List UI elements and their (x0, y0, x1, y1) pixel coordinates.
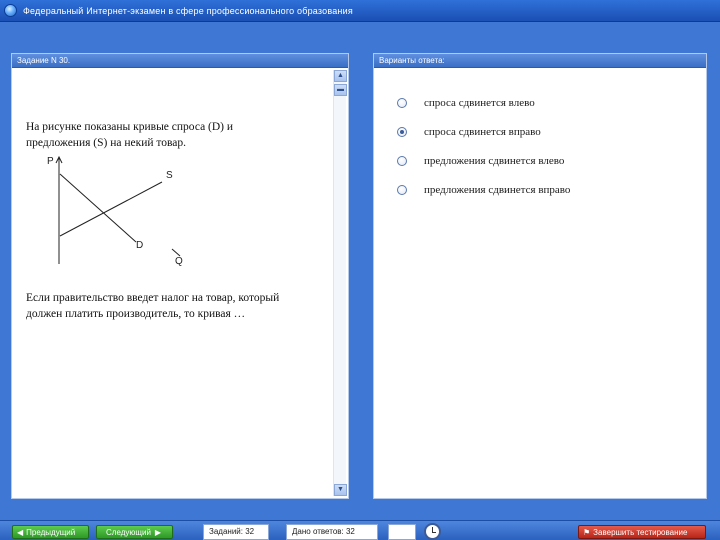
radio-button[interactable] (397, 98, 407, 108)
scroll-down-button[interactable]: ▼ (334, 484, 347, 496)
answer-option-label: спроса сдвинется вправо (424, 126, 541, 138)
arrow-right-icon: ▶ (154, 527, 162, 537)
next-button-label: Следующий (106, 527, 151, 537)
previous-button-label: Предыдущий (26, 527, 76, 537)
radio-button[interactable] (397, 156, 407, 166)
task-scrollbar[interactable]: ▲ ▬ ▼ (333, 70, 347, 496)
question-intro: На рисунке показаны кривые спроса (D) и … (26, 121, 234, 149)
answer-option-label: спроса сдвинется влево (424, 97, 535, 109)
answers-panel-header: Варианты ответа: (374, 54, 706, 68)
arrow-left-icon: ◀ (17, 527, 24, 537)
quantity-axis-label: Q (175, 256, 183, 267)
answer-option-label: предложения сдвинется вправо (424, 184, 571, 196)
runner-icon: ⚑ (583, 527, 591, 537)
demand-curve (59, 173, 137, 243)
timer-field (388, 524, 416, 540)
task-panel-header: Задание N 30. (12, 54, 348, 68)
answer-option-4[interactable]: предложения сдвинется вправо (397, 183, 570, 197)
demand-curve-label: D (136, 240, 144, 251)
window-titlebar: Федеральный Интернет-экзамен в сфере про… (0, 0, 720, 22)
supply-demand-graph: P S D Q (36, 152, 196, 270)
bottom-toolbar: ◀ Предыдущий Следующий ▶ Заданий: 32 Дан… (0, 520, 720, 540)
finish-test-button[interactable]: ⚑ Завершить тестирование (578, 525, 706, 539)
scroll-up-button[interactable]: ▲ (334, 70, 347, 82)
scroll-thumb[interactable]: ▬ (334, 84, 347, 96)
answer-option-3[interactable]: предложения сдвинется влево (397, 154, 564, 168)
next-button[interactable]: Следующий ▶ (96, 525, 173, 539)
supply-curve (59, 181, 163, 237)
previous-button[interactable]: ◀ Предыдущий (12, 525, 89, 539)
app-globe-icon (4, 4, 17, 17)
answer-option-2[interactable]: спроса сдвинется вправо (397, 125, 541, 139)
clock-icon (424, 523, 441, 540)
answered-count: Дано ответов: 32 (286, 524, 378, 540)
answers-panel: Варианты ответа: (373, 53, 707, 499)
answer-option-1[interactable]: спроса сдвинется влево (397, 96, 535, 110)
radio-button[interactable] (397, 185, 407, 195)
finish-test-label: Завершить тестирование (593, 527, 688, 537)
answer-option-label: предложения сдвинется влево (424, 155, 565, 167)
window-title: Федеральный Интернет-экзамен в сфере про… (23, 5, 353, 16)
tasks-count: Заданий: 32 (203, 524, 269, 540)
question-body: Если правительство введет налог на товар… (26, 292, 280, 320)
supply-curve-label: S (166, 170, 173, 181)
radio-button-checked[interactable] (397, 127, 407, 137)
quantity-axis-hint (171, 248, 181, 257)
price-axis-label: P (47, 156, 54, 167)
